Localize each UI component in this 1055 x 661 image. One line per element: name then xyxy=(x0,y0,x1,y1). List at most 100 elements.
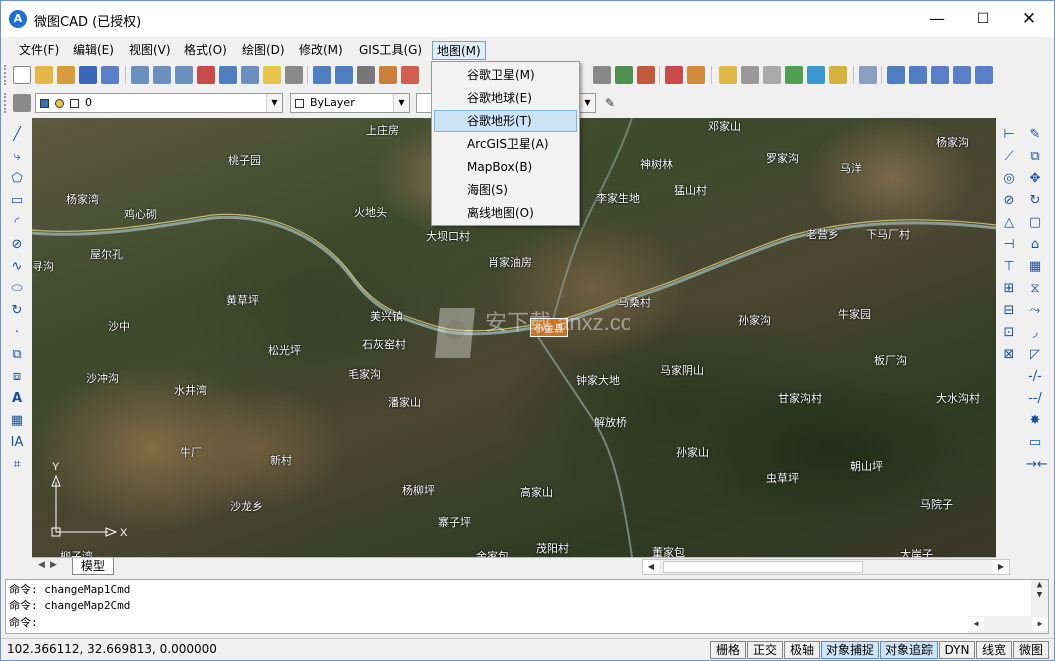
angle-icon[interactable] xyxy=(219,66,237,84)
open-folder-icon[interactable] xyxy=(57,66,75,84)
pin-icon[interactable] xyxy=(285,66,303,84)
offset-icon[interactable]: ⤳ xyxy=(1026,302,1044,320)
zoom-in-icon[interactable] xyxy=(175,66,193,84)
dimension-continue-icon[interactable]: ⊤ xyxy=(1000,258,1018,276)
command-window[interactable]: 命令: changeMap1Cmd 命令: changeMap2Cmd 命令: … xyxy=(5,579,1049,634)
zoom-out-icon[interactable] xyxy=(153,66,171,84)
save-as-icon[interactable] xyxy=(101,66,119,84)
point-tool-icon[interactable]: · xyxy=(8,324,26,342)
find-icon[interactable] xyxy=(859,66,877,84)
tab-prev-icon[interactable]: ◀ xyxy=(38,560,45,570)
break-icon[interactable]: ▭ xyxy=(1026,434,1044,452)
make-block-icon[interactable]: ⧈ xyxy=(8,368,26,386)
cloud-icon[interactable] xyxy=(763,66,781,84)
scroll-right-icon[interactable]: ▶ xyxy=(1032,617,1048,631)
text-tool-icon[interactable]: A xyxy=(8,390,26,408)
dyn-toggle[interactable]: DYN xyxy=(939,641,975,659)
dimension-baseline-icon[interactable]: ⊣ xyxy=(1000,236,1018,254)
map-horizontal-scrollbar[interactable]: ◀ ▶ xyxy=(642,559,1010,575)
zoom-window-icon[interactable] xyxy=(131,66,149,84)
line-tool-icon[interactable]: ╱ xyxy=(8,126,26,144)
menu-draw[interactable]: 绘图(D) xyxy=(238,41,289,60)
menu-item-nautical-chart[interactable]: 海图(S) xyxy=(434,179,577,201)
menu-item-google-earth[interactable]: 谷歌地球(E) xyxy=(434,87,577,109)
multiline-text-icon[interactable]: IA xyxy=(8,434,26,452)
scroll-thumb[interactable] xyxy=(663,561,863,573)
menu-item-arcgis-satellite[interactable]: ArcGIS卫星(A) xyxy=(434,133,577,155)
menu-item-google-terrain[interactable]: 谷歌地形(T) xyxy=(434,110,577,132)
fillet-icon[interactable]: ◞ xyxy=(1026,324,1044,342)
hatch-tool-icon[interactable]: ⌗ xyxy=(8,456,26,474)
dimension-aligned-icon[interactable]: ⟋ xyxy=(1000,148,1018,166)
toolbar-grip[interactable] xyxy=(4,93,7,113)
menu-format[interactable]: 格式(O) xyxy=(180,41,231,60)
menu-item-mapbox[interactable]: MapBox(B) xyxy=(434,156,577,178)
pan-icon[interactable] xyxy=(313,66,331,84)
save-icon[interactable] xyxy=(79,66,97,84)
tab-model[interactable]: 模型 xyxy=(72,558,115,575)
dimension-angular-icon[interactable]: △ xyxy=(1000,214,1018,232)
layout-2-icon[interactable] xyxy=(953,66,971,84)
scroll-down-icon[interactable]: ▼ xyxy=(1031,590,1048,600)
camera-icon[interactable] xyxy=(741,66,759,84)
layer-select[interactable]: 0 ▼ xyxy=(35,93,283,113)
menu-gis-tools[interactable]: GIS工具(G) xyxy=(355,41,426,60)
rotate-icon[interactable]: ↻ xyxy=(1026,192,1044,210)
ortho-toggle[interactable]: 正交 xyxy=(747,641,783,659)
rectangle-tool-icon[interactable]: ▭ xyxy=(8,192,26,210)
dimension-ordinate-icon[interactable]: ⊞ xyxy=(1000,280,1018,298)
paint-icon[interactable] xyxy=(401,66,419,84)
image-export-icon[interactable] xyxy=(687,66,705,84)
light-bulb-icon[interactable] xyxy=(263,66,281,84)
lineweight-toggle[interactable]: 线宽 xyxy=(976,641,1012,659)
scroll-left-icon[interactable]: ◀ xyxy=(968,617,984,631)
layers-icon[interactable] xyxy=(13,94,31,112)
zoom-icon[interactable] xyxy=(887,66,905,84)
menu-map[interactable]: 地图(M) xyxy=(432,41,486,60)
insert-block-icon[interactable]: ⧉ xyxy=(8,346,26,364)
scroll-up-icon[interactable]: ▲ xyxy=(1031,580,1048,590)
chamfer-icon[interactable]: ◸ xyxy=(1026,346,1044,364)
menu-item-google-satellite[interactable]: 谷歌卫星(M) xyxy=(434,64,577,86)
globe-icon[interactable] xyxy=(615,66,633,84)
menu-item-offline-map[interactable]: 离线地图(O) xyxy=(434,202,577,224)
polar-toggle[interactable]: 极轴 xyxy=(784,641,820,659)
globe-red-icon[interactable] xyxy=(637,66,655,84)
arc-tool-icon[interactable]: ◜ xyxy=(8,214,26,232)
scale-icon[interactable]: ▢ xyxy=(1026,214,1044,232)
command-vertical-scrollbar[interactable]: ▲ ▼ xyxy=(1031,580,1048,616)
spline-tool-icon[interactable]: ∿ xyxy=(8,258,26,276)
join-icon[interactable]: →← xyxy=(1026,456,1048,474)
zoom-extents-icon[interactable] xyxy=(241,66,259,84)
chevron-down-icon[interactable]: ▼ xyxy=(393,94,409,112)
center-mark-icon[interactable]: ⊡ xyxy=(1000,324,1018,342)
tab-next-icon[interactable]: ▶ xyxy=(50,560,57,570)
erase-icon[interactable]: ✎ xyxy=(1026,126,1044,144)
help-icon[interactable] xyxy=(807,66,825,84)
new-file-icon[interactable] xyxy=(13,66,31,84)
stretch-icon[interactable]: ⌂ xyxy=(1026,236,1044,254)
menu-modify[interactable]: 修改(M) xyxy=(295,41,347,60)
object-track-toggle[interactable]: 对象追踪 xyxy=(880,641,938,659)
print-icon[interactable] xyxy=(593,66,611,84)
binoculars-icon[interactable] xyxy=(909,66,927,84)
select-icon[interactable] xyxy=(197,66,215,84)
object-snap-toggle[interactable]: 对象捕捉 xyxy=(821,641,879,659)
command-horizontal-scrollbar[interactable]: ◀ ▶ xyxy=(968,616,1048,633)
chevron-down-icon[interactable]: ▼ xyxy=(266,94,282,112)
polyline-tool-icon[interactable]: ⤷ xyxy=(8,148,26,166)
explode-icon[interactable]: ✸ xyxy=(1026,412,1044,430)
weitu-toggle[interactable]: 微图 xyxy=(1013,641,1049,659)
layout-1-icon[interactable] xyxy=(931,66,949,84)
dimension-diameter-icon[interactable]: ⊘ xyxy=(1000,192,1018,210)
layout-3-icon[interactable] xyxy=(975,66,993,84)
command-prompt[interactable]: 命令: xyxy=(9,615,38,631)
chevron-down-icon[interactable]: ▼ xyxy=(579,94,595,112)
scroll-right-icon[interactable]: ▶ xyxy=(993,560,1009,574)
pencil-icon[interactable] xyxy=(379,66,397,84)
polygon-icon[interactable] xyxy=(785,66,803,84)
highlighter-icon[interactable] xyxy=(829,66,847,84)
toolbar-grip[interactable] xyxy=(4,65,7,85)
polygon-tool-icon[interactable]: ⬠ xyxy=(8,170,26,188)
maximize-button[interactable]: ☐ xyxy=(960,1,1006,37)
